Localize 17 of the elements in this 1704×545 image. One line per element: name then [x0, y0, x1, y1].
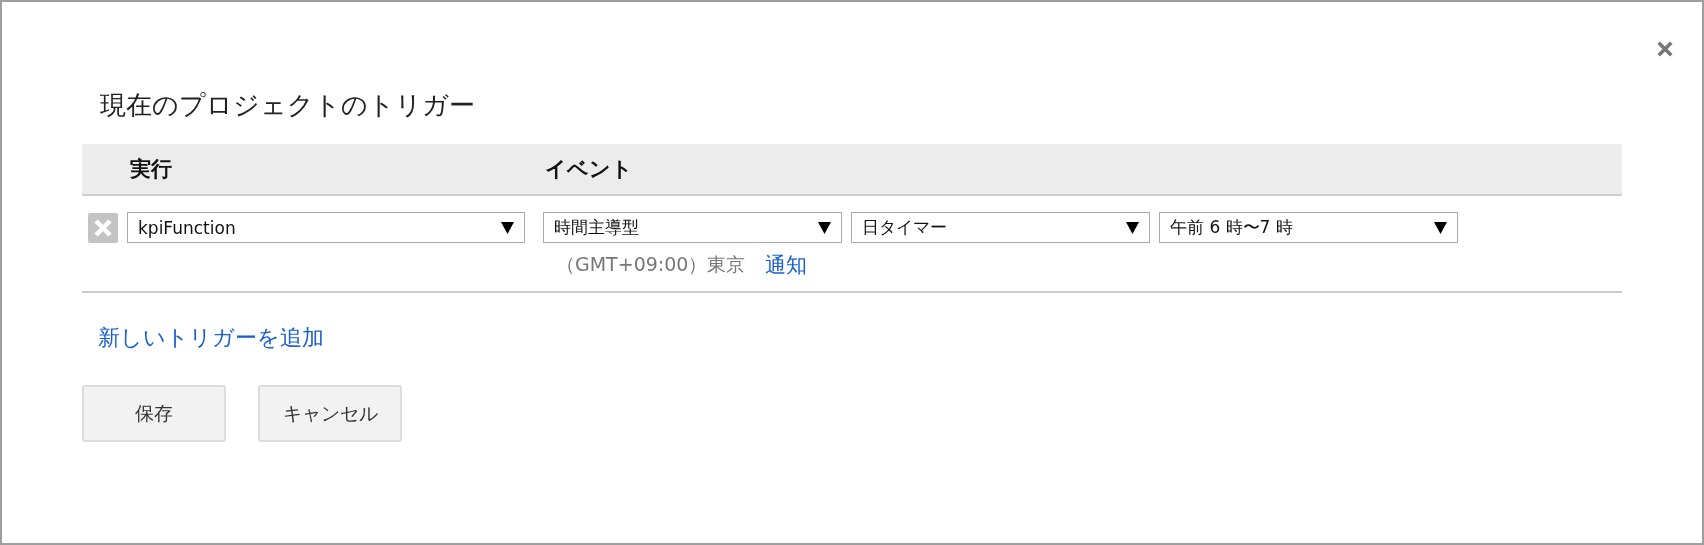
caret-icon	[501, 221, 514, 234]
close-icon[interactable]	[1656, 40, 1674, 58]
dropdown[interactable]: 日タイマー	[851, 212, 1150, 243]
dialog-button[interactable]: 保存	[82, 385, 226, 442]
dropdown[interactable]: 午前 6 時〜7 時	[1159, 212, 1458, 243]
caret-icon	[1126, 221, 1139, 234]
notify-link[interactable]: 通知	[765, 251, 808, 279]
dialog-button[interactable]: キャンセル	[258, 385, 402, 442]
timezone-label: （GMT+09:00）東京	[556, 252, 746, 277]
column-header: イベント	[545, 156, 633, 183]
column-header: 実行	[130, 156, 173, 183]
dialog-title: 現在のプロジェクトのトリガー	[99, 89, 476, 122]
caret-icon	[1434, 221, 1447, 234]
caret-icon	[818, 221, 831, 234]
add-trigger-link[interactable]: 新しいトリガーを追加	[98, 325, 324, 350]
dropdown[interactable]: kpiFunction	[127, 212, 525, 243]
dropdown[interactable]: 時間主導型	[543, 212, 842, 243]
